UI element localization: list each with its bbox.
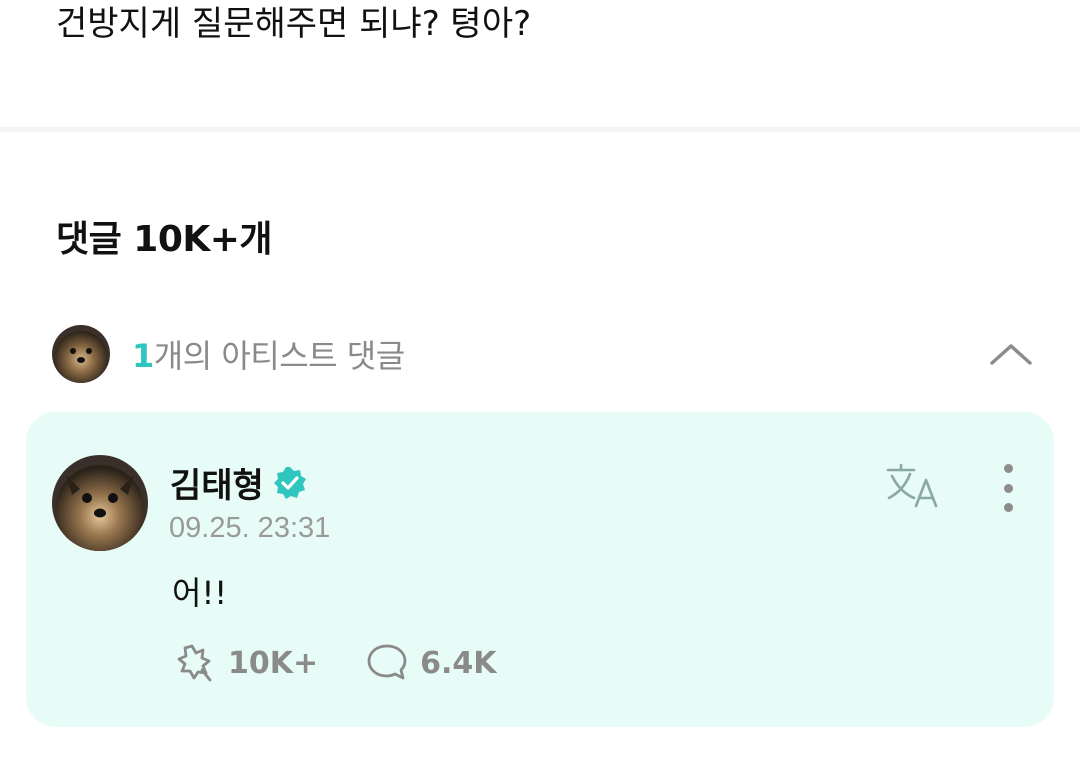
reply-count: 6.4K <box>420 645 497 681</box>
like-count: 10K+ <box>228 645 319 681</box>
reply-button[interactable]: 6.4K <box>364 640 497 686</box>
verified-badge-icon <box>272 465 308 501</box>
artist-comments-text: 개의 아티스트 댓글 <box>153 337 405 375</box>
reply-bubble-icon <box>364 640 410 686</box>
more-dot <box>1003 464 1013 473</box>
section-divider <box>0 127 1080 132</box>
comment-timestamp: 09.25. 23:31 <box>169 512 331 544</box>
comment-actions: 10K+ 6.4K <box>172 640 497 686</box>
author-avatar[interactable] <box>52 455 148 551</box>
comments-count-header: 댓글 10K+개 <box>56 219 273 260</box>
translate-icon[interactable] <box>886 462 942 510</box>
artist-comments-toggle[interactable]: 1개의 아티스트 댓글 <box>52 324 1052 384</box>
more-vertical-icon[interactable] <box>992 464 1024 512</box>
more-dot <box>1003 483 1013 493</box>
author-name[interactable]: 김태형 <box>170 458 264 507</box>
artist-comment-card: 김태형 09.25. 23:31 어!! 10K+ 6.4K <box>26 412 1054 727</box>
comment-body: 어!! <box>172 574 228 612</box>
artist-comments-count: 1 <box>132 337 154 375</box>
artist-comments-label: 1개의 아티스트 댓글 <box>132 331 405 377</box>
like-button[interactable]: 10K+ <box>172 640 318 686</box>
comments-screen: 건방지게 질문해주면 되냐? 텽아? 댓글 10K+개 1개의 아티스트 댓글 … <box>0 0 1080 778</box>
author-row: 김태형 <box>170 458 308 507</box>
post-text: 건방지게 질문해주면 되냐? 텽아? <box>56 4 532 44</box>
chevron-up-icon[interactable] <box>988 334 1034 374</box>
more-dot <box>1003 503 1013 512</box>
artist-avatar-small <box>52 325 110 383</box>
like-icon <box>172 640 218 686</box>
